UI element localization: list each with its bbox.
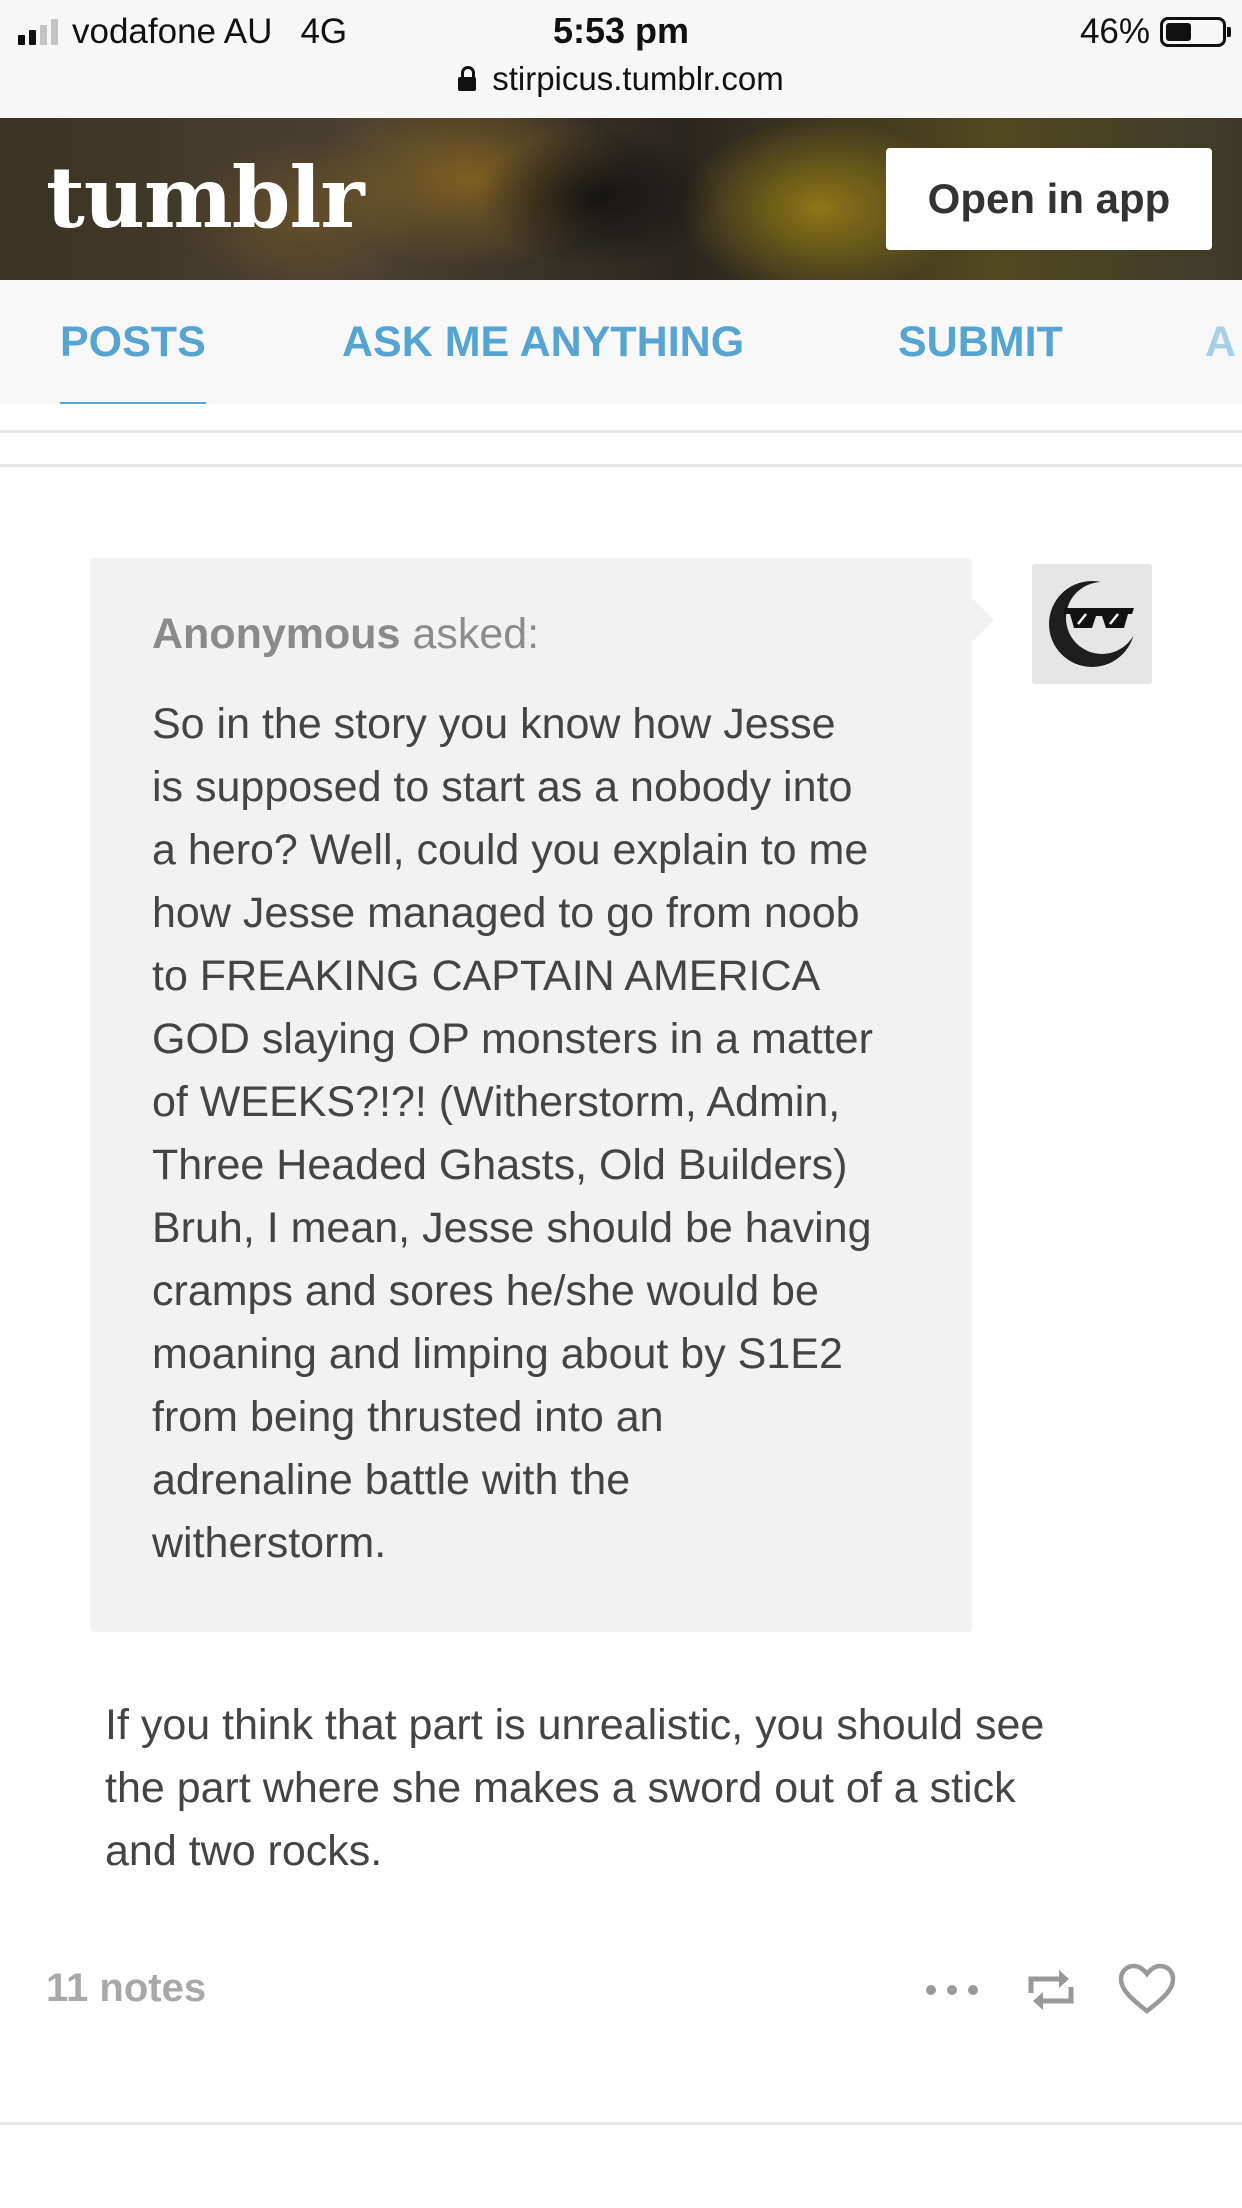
answer-line: the part where she makes a sword out of … [105,1764,1016,1812]
question-line: how Jesse managed to go from noob [152,889,860,937]
tab-ask-me-anything[interactable]: ASK ME ANYTHING [342,318,744,367]
notes-count[interactable]: 11 notes [46,1966,206,2011]
sunglasses-moon-avatar-icon [1049,581,1138,667]
more-dots-icon[interactable] [920,1955,984,2025]
ask-box: Anonymous asked: So in the story you kno… [90,558,994,1632]
question-line: GOD slaying OP monsters in a matter [152,1015,873,1063]
status-bar: vodafone AU 4G 5:53 pm 46% stirpicus.tum… [0,0,1242,119]
answer-line: and two rocks. [105,1827,383,1875]
divider [0,464,1242,467]
blog-header: tumblr Open in app [0,118,1242,280]
question-line: Bruh, I mean, Jesse should be having [152,1204,872,1252]
url-text: stirpicus.tumblr.com [492,60,784,97]
asker-line: Anonymous asked: [152,610,910,659]
question-line: from being thrusted into an [152,1393,664,1441]
question-text: So in the story you know how Jesse is su… [152,693,910,1575]
asker-suffix: asked: [412,610,540,658]
address-bar[interactable]: stirpicus.tumblr.com [0,60,1242,98]
question-line: So in the story you know how Jesse [152,700,836,748]
question-line: cramps and sores he/she would be [152,1267,819,1315]
tab-posts[interactable]: POSTS [60,318,206,404]
question-line: Three Headed Ghasts, Old Builders) [152,1141,848,1189]
heart-icon[interactable] [1114,1955,1180,2025]
question-line: adrenaline battle with the [152,1456,631,1504]
question-line: witherstorm. [152,1519,387,1567]
question-line: of WEEKS?!?! (Witherstorm, Admin, [152,1078,841,1126]
tab-submit[interactable]: SUBMIT [898,318,1063,367]
question-line: is supposed to start as a nobody into [152,763,853,811]
open-in-app-button[interactable]: Open in app [886,148,1212,250]
divider [0,430,1242,433]
blog-nav-tabs: POSTS ASK ME ANYTHING SUBMIT A [0,280,1242,404]
asker-name: Anonymous [152,610,401,658]
answer-line: If you think that part is unrealistic, y… [105,1701,1045,1749]
reblog-icon[interactable] [1020,1955,1082,2025]
status-right: 46% [1079,10,1231,54]
battery-icon [1160,17,1231,47]
question-line: a hero? Well, could you explain to me [152,826,869,874]
tumblr-logo[interactable]: tumblr [46,148,365,247]
question-line: to FREAKING CAPTAIN AMERICA [152,952,821,1000]
divider [0,2122,1242,2125]
answer-text: If you think that part is unrealistic, y… [105,1694,1145,1883]
battery-percent: 46% [1079,12,1150,51]
lock-icon [458,66,477,92]
avatar[interactable] [1032,564,1152,684]
question-line: moaning and limping about by S1E2 [152,1330,843,1378]
tab-truncated[interactable]: A [1205,318,1236,367]
status-time: 5:53 pm [552,10,690,51]
